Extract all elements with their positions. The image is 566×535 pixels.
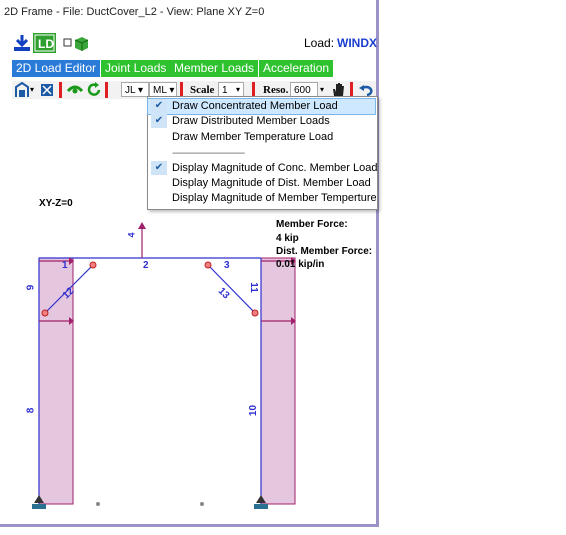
scale-value-dropdown[interactable]: 1 bbox=[218, 82, 244, 97]
legend-member-force-value: 4 kip bbox=[276, 233, 299, 244]
jl-dropdown[interactable]: JL ▾ bbox=[121, 82, 149, 97]
toolbar-divider bbox=[105, 82, 108, 98]
member-label-2: 2 bbox=[143, 260, 149, 271]
menu-item-label: Draw Concentrated Member Load bbox=[172, 100, 338, 112]
load-label: Load: bbox=[304, 36, 335, 50]
menu-item-display-temp-magnitude[interactable]: Display Magnitude of Member Temperture bbox=[148, 191, 377, 206]
chevron-down-icon: ▾ bbox=[169, 85, 175, 96]
chevron-down-icon[interactable]: ▾ bbox=[30, 81, 34, 99]
view-3d-icon[interactable] bbox=[62, 34, 90, 52]
menu-item-draw-temperature[interactable]: Draw Member Temperature Load bbox=[148, 130, 375, 145]
check-icon: ✔ bbox=[151, 99, 167, 113]
tab-2d-load-editor[interactable]: 2D Load Editor bbox=[12, 60, 101, 77]
tab-joint-loads[interactable]: Joint Loads bbox=[101, 60, 171, 77]
svg-text:LD: LD bbox=[38, 37, 54, 51]
menu-item-label: Display Magnitude of Conc. Member Load bbox=[172, 162, 378, 174]
menu-item-label: Draw Distributed Member Loads bbox=[172, 115, 330, 127]
member-label-6: 6 bbox=[23, 284, 35, 291]
dist-load-column-right bbox=[260, 257, 296, 505]
scale-value: 1 bbox=[222, 85, 228, 96]
menu-item-label: Draw Member Temperature Load bbox=[172, 131, 334, 143]
app-window: 2D Frame - File: DuctCover_L2 - View: Pl… bbox=[0, 0, 379, 527]
member-label-3: 3 bbox=[224, 260, 230, 271]
member-label-10: 10 bbox=[248, 404, 260, 417]
menu-item-label: Display Magnitude of Dist. Member Load bbox=[172, 177, 371, 189]
member-load-display-menu: ✔ Draw Concentrated Member Load ✔ Draw D… bbox=[147, 96, 378, 210]
ml-label: ML bbox=[153, 85, 167, 96]
tab-acceleration[interactable]: Acceleration bbox=[259, 60, 334, 77]
grid-icon[interactable] bbox=[39, 81, 55, 99]
toolbar-divider bbox=[59, 82, 62, 98]
load-data-button[interactable]: LD bbox=[12, 33, 56, 53]
member-label-8: 8 bbox=[25, 407, 37, 414]
tab-member-loads[interactable]: Member Loads bbox=[170, 60, 259, 77]
jl-label: JL bbox=[125, 85, 136, 96]
member-label-11: 11 bbox=[247, 282, 259, 293]
chevron-down-icon: ▾ bbox=[137, 85, 144, 96]
load-case-value[interactable]: WINDX bbox=[337, 36, 377, 50]
menu-item-display-dist-magnitude[interactable]: Display Magnitude of Dist. Member Load bbox=[148, 176, 375, 191]
menu-item-display-conc-magnitude[interactable]: ✔ Display Magnitude of Conc. Member Load bbox=[148, 161, 378, 176]
window-title: 2D Frame - File: DuctCover_L2 - View: Pl… bbox=[4, 6, 265, 18]
top-toolbar: LD Load: WINDX bbox=[0, 30, 377, 54]
frame-icon[interactable] bbox=[14, 81, 30, 99]
check-icon: ✔ bbox=[151, 161, 167, 175]
eye-icon[interactable] bbox=[66, 81, 84, 99]
plane-label: XY-Z=0 bbox=[39, 198, 73, 209]
refresh-icon[interactable] bbox=[86, 81, 102, 99]
menu-item-draw-distributed[interactable]: ✔ Draw Distributed Member Loads bbox=[148, 114, 375, 129]
ml-dropdown[interactable]: ML ▾ bbox=[149, 82, 177, 97]
menu-item-label: Display Magnitude of Member Temperture bbox=[172, 192, 377, 204]
menu-separator: ------------------------------- bbox=[172, 148, 245, 159]
member-label-1: 1 bbox=[62, 260, 68, 271]
reso-value: 600 bbox=[294, 85, 311, 96]
legend-member-force-label: Member Force: bbox=[276, 219, 348, 230]
conc-load-value-label: 4 bbox=[126, 232, 137, 238]
legend-dist-force-label: Dist. Member Force: bbox=[276, 246, 373, 257]
check-icon: ✔ bbox=[151, 114, 167, 128]
menu-item-draw-concentrated[interactable]: ✔ Draw Concentrated Member Load bbox=[147, 98, 376, 115]
reso-value-dropdown[interactable]: 600 bbox=[290, 82, 318, 97]
legend-dist-force-value: 0.01 kip/in bbox=[276, 259, 325, 270]
